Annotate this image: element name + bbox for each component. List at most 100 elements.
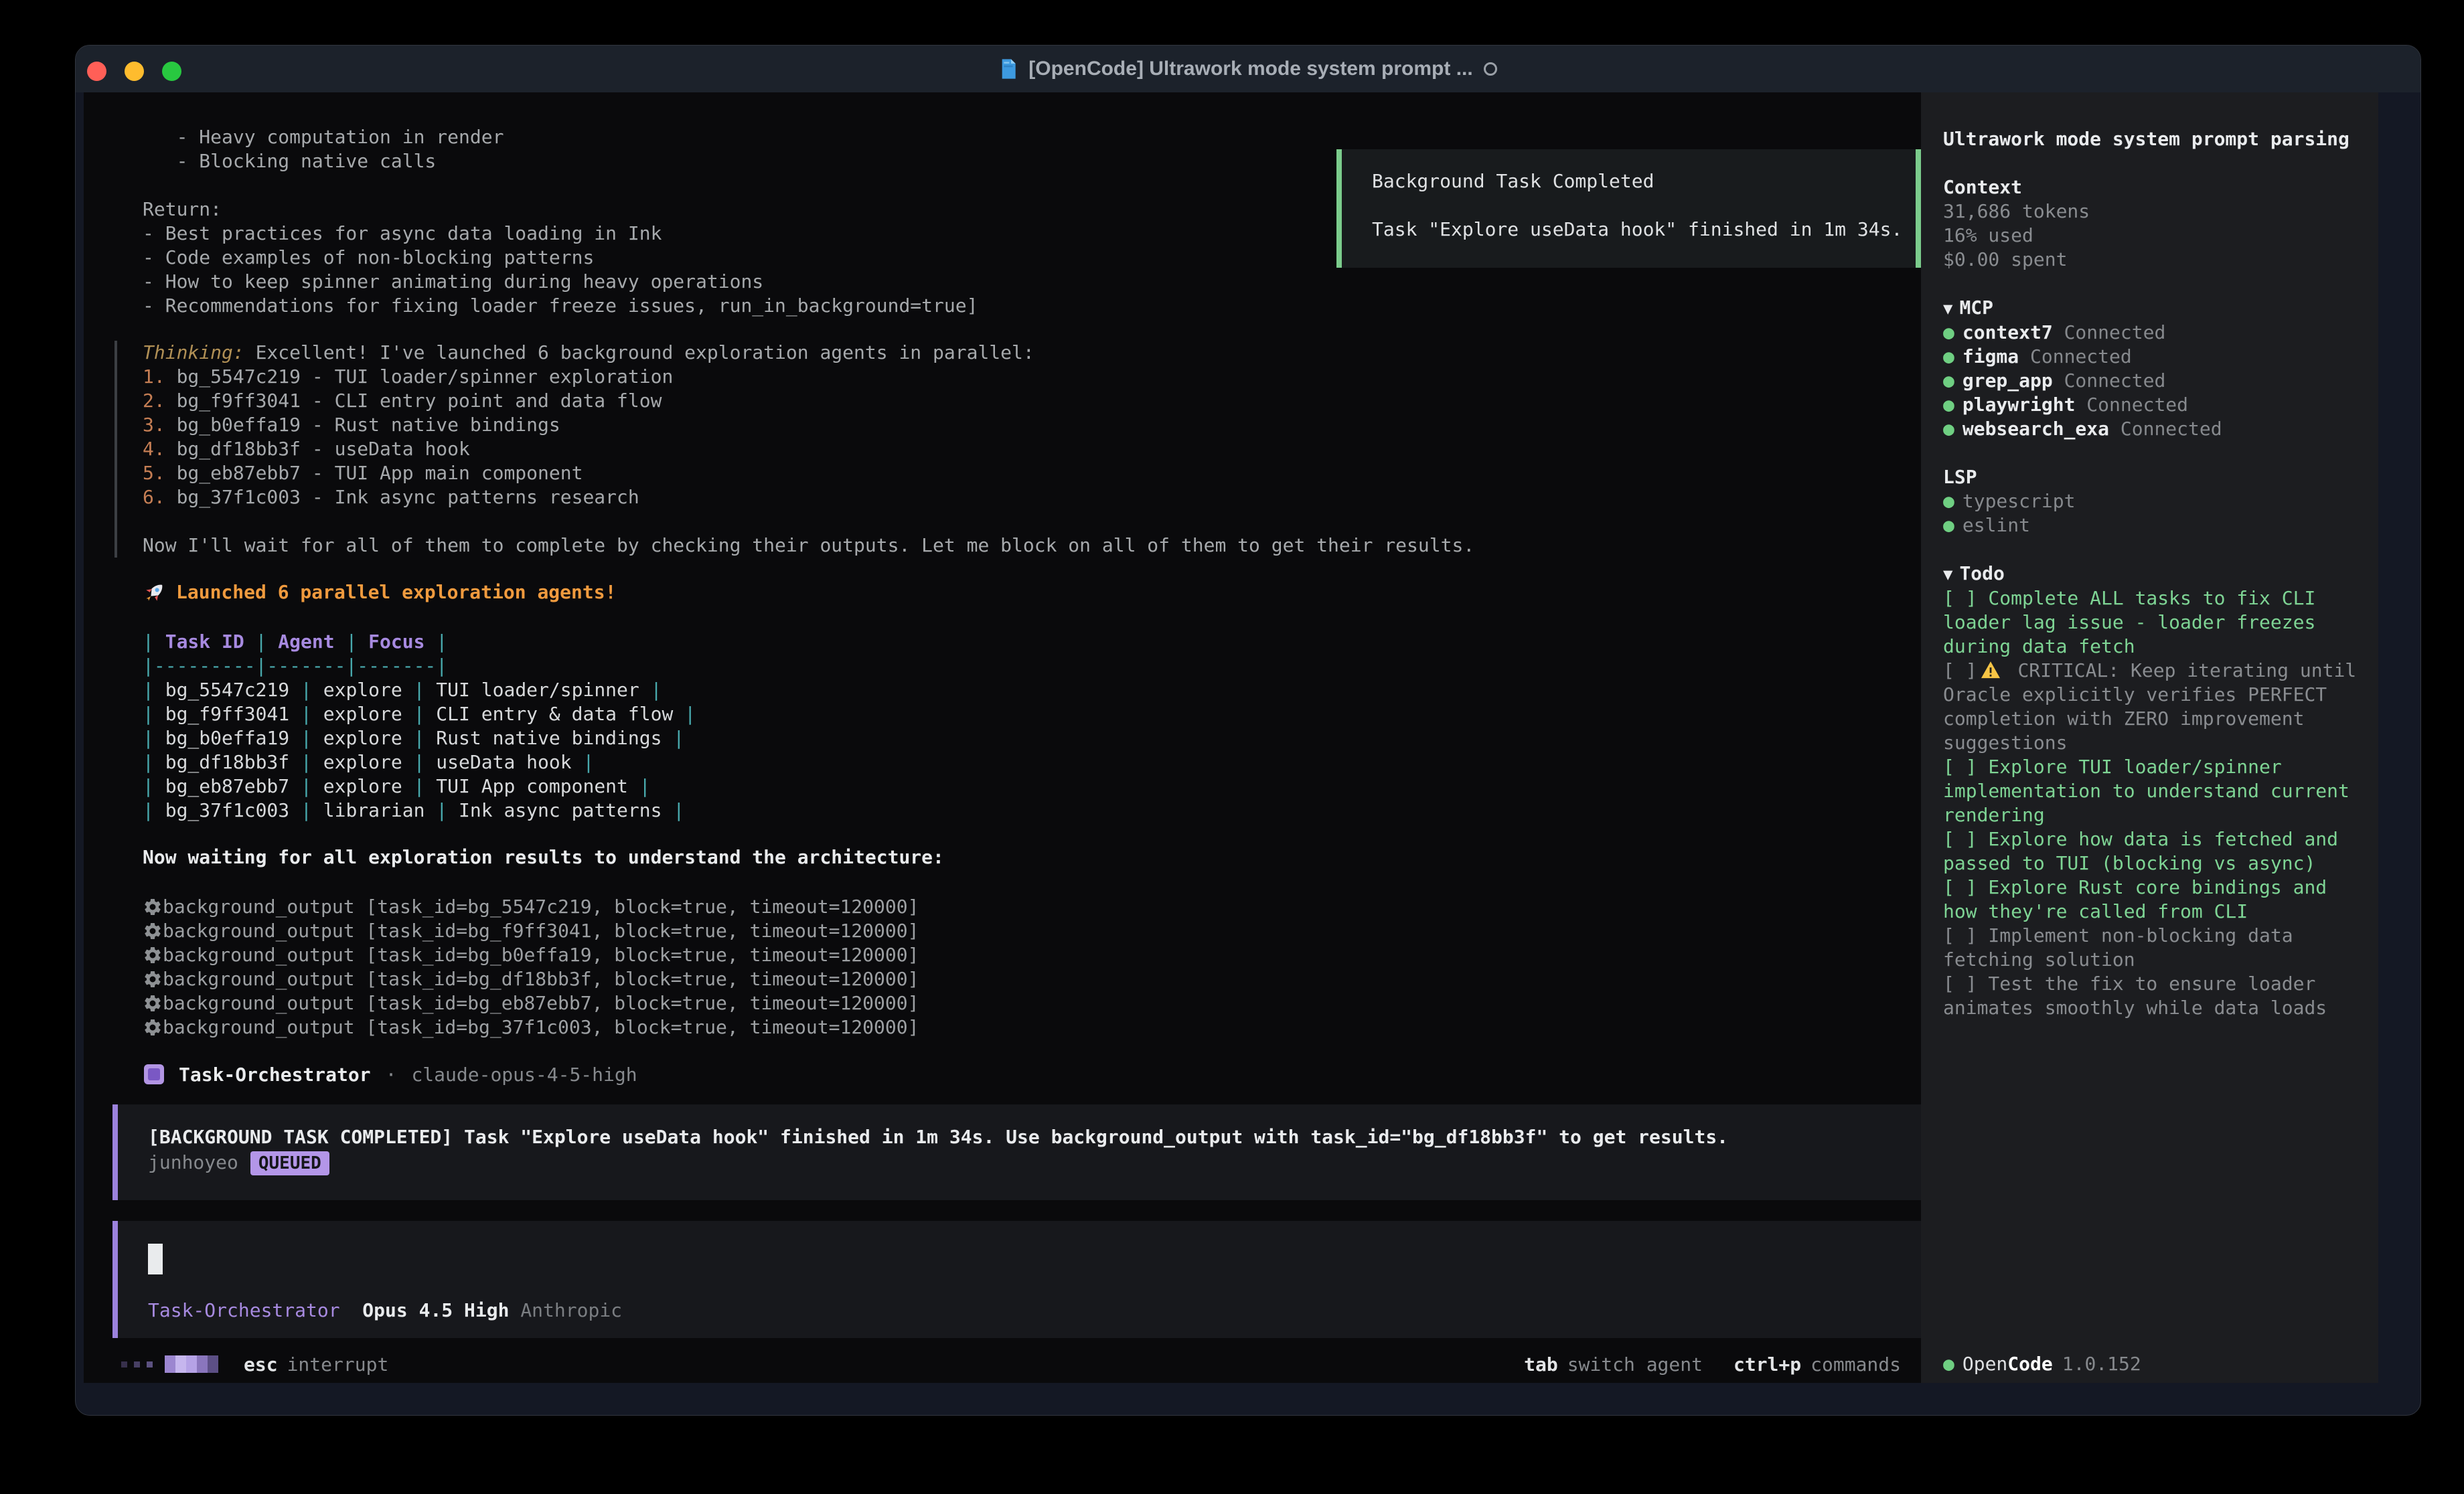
switch-agent-hint: switch agent [1567, 1353, 1703, 1376]
gear-icon [143, 1017, 163, 1038]
notification-title: Background Task Completed [1372, 169, 1916, 193]
app-version: 1.0.152 [2062, 1352, 2141, 1376]
thinking-list-item: 3. bg_b0effa19 - Rust native bindings [143, 413, 1474, 437]
warning-icon [1980, 661, 2001, 679]
status-dot-icon: ● [1943, 1352, 1954, 1376]
esc-key-hint: esc [244, 1353, 278, 1376]
message-meta-row: junhoyeo QUEUED [148, 1150, 1921, 1175]
tool-result-text: - Heavy computation in render - Blocking… [143, 125, 978, 318]
todo-item: [ ] Explore how data is fetched and pass… [1943, 827, 2365, 876]
tool-call-line: background_output [task_id=bg_b0effa19, … [143, 943, 919, 967]
context-stat-line: 16% used [1943, 224, 2365, 248]
mcp-server-item: ●grep_app Connected [1943, 369, 2365, 393]
table-row: | bg_b0effa19 | explore | Rust native bi… [143, 726, 696, 750]
agent-table: | Task ID | Agent | Focus ||---------|--… [143, 630, 696, 823]
table-separator-row: |---------|-------|-------| [143, 654, 696, 678]
gear-icon [143, 897, 163, 917]
todo-item: [ ] Explore TUI loader/spinner implement… [1943, 755, 2365, 827]
context-stat-line: $0.00 spent [1943, 248, 2365, 272]
launch-announcement-text: Launched 6 parallel exploration agents! [176, 580, 616, 604]
status-sidebar: Ultrawork mode system prompt parsing Con… [1921, 92, 2378, 1383]
sidebar-footer: ● OpenCode 1.0.152 [1943, 1345, 2141, 1383]
mcp-server-item: ●websearch_exa Connected [1943, 417, 2365, 441]
lsp-server-item: ●typescript [1943, 489, 2365, 513]
prompt-input-box[interactable]: Task-Orchestrator Opus 4.5 High Anthropi… [112, 1221, 1921, 1338]
input-provider-name: Anthropic [520, 1299, 622, 1321]
waiting-line: Now waiting for all exploration results … [143, 845, 944, 869]
brand-name: Open [1962, 1352, 2007, 1376]
spinner-dot [134, 1361, 140, 1367]
thinking-list-item: 1. bg_5547c219 - TUI loader/spinner expl… [143, 365, 1474, 389]
tab-key-hint: tab [1524, 1353, 1558, 1376]
rocket-icon [143, 580, 167, 604]
output-line: - Code examples of non-blocking patterns [143, 246, 978, 270]
statusbar-left: esc interrupt [121, 1345, 388, 1383]
input-agent-line: Task-Orchestrator Opus 4.5 High Anthropi… [148, 1299, 622, 1321]
context-stats: 31,686 tokens16% used$0.00 spent [1943, 199, 2365, 272]
todo-item: [ ] Test the fix to ensure loader animat… [1943, 972, 2365, 1020]
thinking-label: Thinking: [143, 341, 244, 363]
lsp-server-item: ●eslint [1943, 513, 2365, 537]
mcp-server-item: ●playwright Connected [1943, 393, 2365, 417]
collapse-triangle-icon: ▼ [1943, 299, 1952, 318]
thinking-list-item: 2. bg_f9ff3041 - CLI entry point and dat… [143, 389, 1474, 413]
thinking-list-item: 5. bg_eb87ebb7 - TUI App main component [143, 461, 1474, 485]
todo-section-header[interactable]: ▼Todo [1943, 562, 2365, 586]
todo-item: [ ] Explore Rust core bindings and how t… [1943, 876, 2365, 924]
gear-icon [143, 945, 163, 965]
table-row: | bg_eb87ebb7 | explore | TUI App compon… [143, 774, 696, 799]
mcp-server-item: ●figma Connected [1943, 345, 2365, 369]
output-line: - Blocking native calls [143, 149, 978, 173]
output-line [143, 173, 978, 197]
background-task-text: [BACKGROUND TASK COMPLETED] Task "Explor… [148, 1125, 1921, 1150]
tool-call-line: background_output [task_id=bg_df18bb3f, … [143, 967, 919, 991]
tool-call-line: background_output [task_id=bg_37f1c003, … [143, 1015, 919, 1040]
tool-call-line: background_output [task_id=bg_5547c219, … [143, 895, 919, 919]
input-model-name: Opus 4.5 High [362, 1299, 509, 1321]
thinking-intro-line: Thinking: Excellent! I've launched 6 bac… [143, 341, 1474, 365]
separator-dot: · [386, 1064, 397, 1086]
table-header-row: | Task ID | Agent | Focus | [143, 630, 696, 654]
session-title: Ultrawork mode system prompt parsing [1943, 127, 2365, 151]
username: junhoyeo [148, 1151, 238, 1173]
mcp-section-header[interactable]: ▼MCP [1943, 296, 2365, 321]
agent-name: Task-Orchestrator [179, 1064, 371, 1086]
terminal-main-pane: - Heavy computation in render - Blocking… [84, 92, 1921, 1383]
interrupt-hint: interrupt [287, 1353, 389, 1376]
document-icon [999, 58, 1018, 80]
input-agent-name: Task-Orchestrator [148, 1299, 340, 1321]
launch-announcement: Launched 6 parallel exploration agents! [143, 580, 616, 604]
lsp-section-header: LSP [1943, 465, 2365, 489]
table-row: | bg_37f1c003 | librarian | Ink async pa… [143, 799, 696, 823]
ctrlp-key-hint: ctrl+p [1734, 1353, 1801, 1376]
output-line: Return: [143, 197, 978, 222]
gear-icon [143, 993, 163, 1013]
thinking-list-item: 4. bg_df18bb3f - useData hook [143, 437, 1474, 461]
collapse-triangle-icon: ▼ [1943, 565, 1952, 584]
table-row: | bg_f9ff3041 | explore | CLI entry & da… [143, 702, 696, 726]
tool-call-line: background_output [task_id=bg_eb87ebb7, … [143, 991, 919, 1015]
commands-hint: commands [1811, 1353, 1901, 1376]
context-heading: Context [1943, 175, 2365, 199]
background-task-message: [BACKGROUND TASK COMPLETED] Task "Explor… [112, 1104, 1921, 1200]
agent-model: claude-opus-4-5-high [411, 1064, 637, 1086]
todo-item: [ ] Complete ALL tasks to fix CLI loader… [1943, 586, 2365, 659]
queued-badge: QUEUED [250, 1151, 329, 1175]
app-window: [OpenCode] Ultrawork mode system prompt … [75, 45, 2421, 1416]
progress-ring-icon [1484, 62, 1497, 76]
thinking-outro-line: Now I'll wait for all of them to complet… [143, 533, 1474, 558]
table-row: | bg_5547c219 | explore | TUI loader/spi… [143, 678, 696, 702]
table-row: | bg_df18bb3f | explore | useData hook | [143, 750, 696, 774]
window-titlebar[interactable]: [OpenCode] Ultrawork mode system prompt … [76, 46, 2420, 92]
window-title-area: [OpenCode] Ultrawork mode system prompt … [76, 46, 2420, 92]
agent-avatar-icon [144, 1064, 164, 1084]
toast-notification: Background Task Completed Task "Explore … [1336, 149, 1921, 268]
activity-spinner [165, 1355, 218, 1373]
output-line: - Best practices for async data loading … [143, 222, 978, 246]
spinner-dot [121, 1361, 127, 1367]
gear-icon [143, 921, 163, 941]
tool-call-list: background_output [task_id=bg_5547c219, … [143, 895, 919, 1040]
mcp-server-item: ●context7 Connected [1943, 321, 2365, 345]
context-stat-line: 31,686 tokens [1943, 199, 2365, 224]
window-title: [OpenCode] Ultrawork mode system prompt … [1028, 58, 1472, 80]
